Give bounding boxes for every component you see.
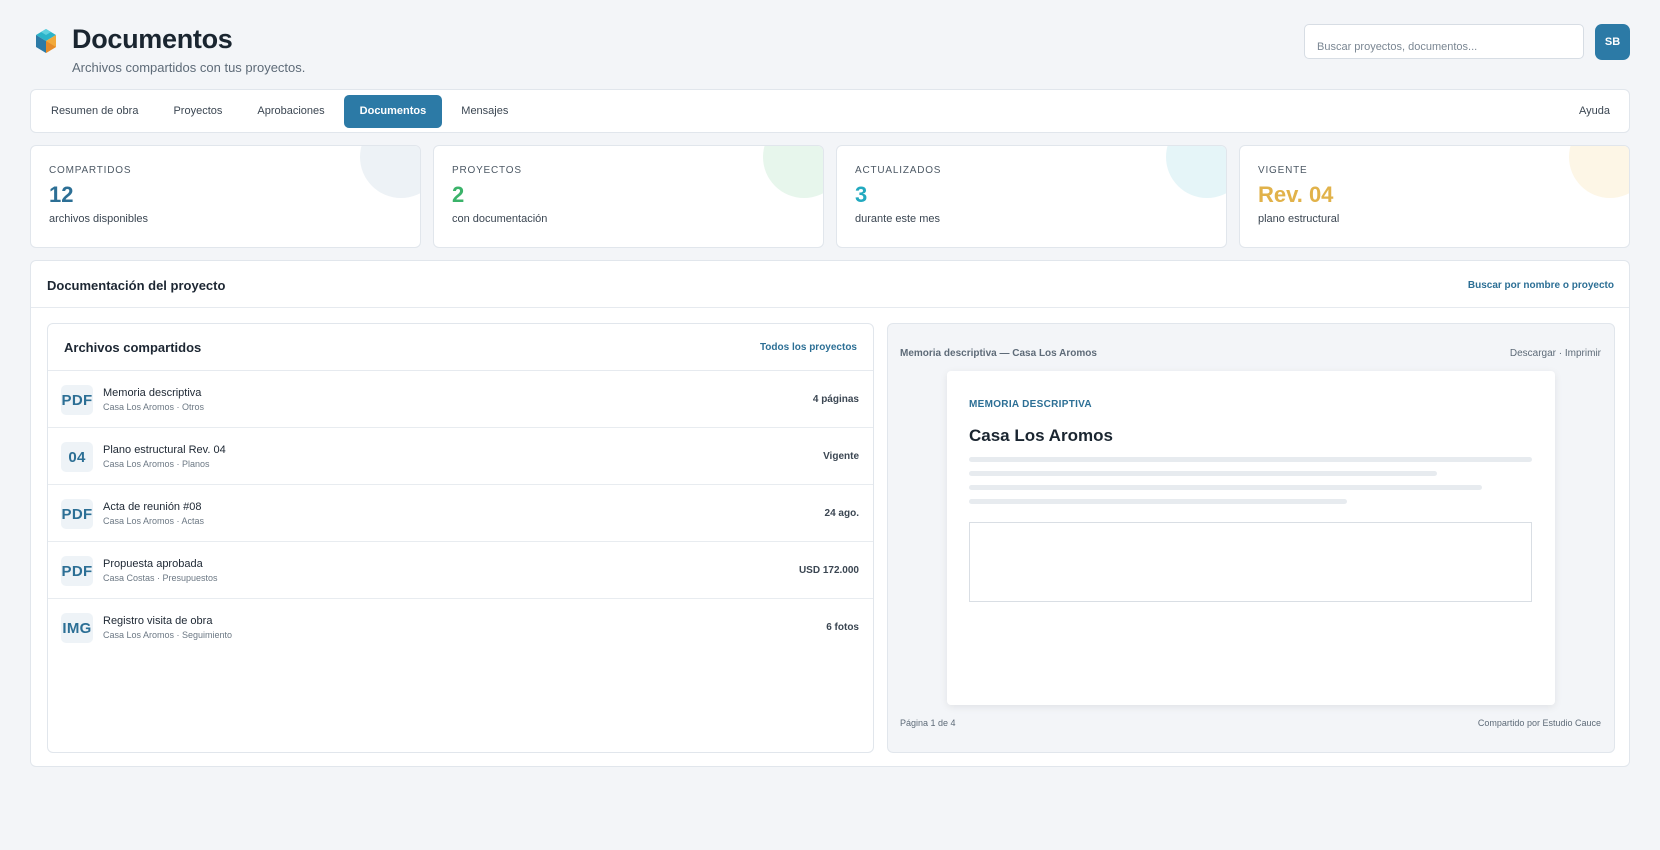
avatar[interactable]: SB — [1595, 24, 1630, 60]
file-name: Propuesta aprobada — [103, 558, 203, 570]
file-name: Memoria descriptiva — [103, 387, 202, 399]
list-item[interactable]: PDF Propuesta aprobada Casa Costas · Pre… — [48, 542, 873, 599]
page-subtitle: Archivos compartidos con tus proyectos. — [72, 60, 306, 75]
text-placeholder-line — [969, 471, 1437, 476]
stat-card-compartidos: COMPARTIDOS 12 archivos disponibles — [30, 145, 421, 248]
list-item[interactable]: PDF Memoria descriptiva Casa Los Aromos … — [48, 371, 873, 428]
file-info: Vigente — [823, 451, 859, 462]
file-meta: Casa Los Aromos · Planos — [103, 459, 210, 469]
tab-proyectos[interactable]: Proyectos — [157, 95, 238, 128]
image-placeholder — [969, 522, 1532, 602]
stat-desc: con documentación — [452, 213, 548, 225]
shared-files-list: Archivos compartidos Todos los proyectos… — [47, 323, 874, 753]
tab-resumen-de-obra[interactable]: Resumen de obra — [35, 95, 154, 128]
file-info: 24 ago. — [824, 508, 859, 519]
card-decoration — [360, 146, 420, 198]
tab-mensajes[interactable]: Mensajes — [445, 95, 524, 128]
list-item[interactable]: IMG Registro visita de obra Casa Los Aro… — [48, 599, 873, 656]
page-header: Documentos Archivos compartidos con tus … — [30, 22, 1630, 78]
stat-label: ACTUALIZADOS — [855, 165, 942, 176]
page-title: Documentos — [72, 24, 233, 54]
viewer-actions: Descargar · Imprimir — [1510, 348, 1601, 359]
doc-title: Casa Los Aromos — [969, 426, 1113, 445]
file-name: Acta de reunión #08 — [103, 501, 202, 513]
file-meta: Casa Los Aromos · Seguimiento — [103, 630, 233, 640]
file-name: Plano estructural Rev. 04 — [103, 444, 226, 456]
panel-header: Documentación del proyecto Buscar por no… — [31, 261, 1629, 308]
file-type-badge: PDF — [61, 385, 93, 415]
document-viewer: Memoria descriptiva — Casa Los Aromos De… — [887, 323, 1615, 753]
doc-kicker: MEMORIA DESCRIPTIVA — [969, 399, 1092, 410]
file-name: Registro visita de obra — [103, 615, 213, 627]
stat-value: Rev. 04 — [1258, 182, 1334, 207]
list-item[interactable]: 04 Plano estructural Rev. 04 Casa Los Ar… — [48, 428, 873, 485]
stat-label: COMPARTIDOS — [49, 165, 132, 176]
documentation-panel: Documentación del proyecto Buscar por no… — [30, 260, 1630, 767]
stat-card-actualizados: ACTUALIZADOS 3 durante este mes — [836, 145, 1227, 248]
print-link[interactable]: Imprimir — [1565, 348, 1601, 359]
text-placeholder-line — [969, 457, 1532, 462]
viewer-title: Memoria descriptiva — Casa Los Aromos — [900, 348, 1097, 359]
tab-aprobaciones[interactable]: Aprobaciones — [241, 95, 340, 128]
page-indicator: Página 1 de 4 — [900, 718, 956, 728]
actions-separator: · — [1556, 348, 1565, 359]
stat-label: VIGENTE — [1258, 165, 1308, 176]
stat-card-proyectos: PROYECTOS 2 con documentación — [433, 145, 824, 248]
help-link[interactable]: Ayuda — [1579, 105, 1610, 117]
stat-card-vigente: VIGENTE Rev. 04 plano estructural — [1239, 145, 1630, 248]
file-type-badge: 04 — [61, 442, 93, 472]
text-placeholder-line — [969, 485, 1482, 490]
text-placeholder-line — [969, 499, 1347, 504]
download-link[interactable]: Descargar — [1510, 348, 1556, 359]
document-page[interactable]: MEMORIA DESCRIPTIVA Casa Los Aromos — [947, 371, 1555, 705]
stat-desc: plano estructural — [1258, 213, 1340, 225]
stats-cards: COMPARTIDOS 12 archivos disponibles PROY… — [30, 145, 1630, 248]
search-by-name-link[interactable]: Buscar por nombre o proyecto — [1468, 280, 1614, 291]
card-decoration — [1166, 146, 1226, 198]
search-input[interactable] — [1304, 24, 1584, 59]
file-info: USD 172.000 — [798, 565, 859, 576]
main-nav: Resumen de obra Proyectos Aprobaciones D… — [30, 89, 1630, 133]
stat-desc: durante este mes — [855, 213, 940, 225]
files-title: Archivos compartidos — [64, 340, 202, 355]
file-type-badge: PDF — [61, 556, 93, 586]
stat-value: 2 — [452, 182, 465, 207]
file-meta: Casa Los Aromos · Actas — [103, 516, 205, 526]
stat-value: 3 — [855, 182, 868, 207]
card-decoration — [763, 146, 823, 198]
card-decoration — [1569, 146, 1629, 198]
all-projects-link[interactable]: Todos los proyectos — [760, 342, 857, 353]
file-info: 4 páginas — [812, 394, 859, 405]
logo-icon — [36, 29, 56, 53]
file-type-badge: IMG — [61, 613, 93, 643]
files-header: Archivos compartidos Todos los proyectos — [48, 324, 873, 371]
stat-value: 12 — [49, 182, 74, 207]
tab-documentos[interactable]: Documentos — [343, 94, 443, 128]
file-meta: Casa Costas · Presupuestos — [103, 573, 218, 583]
file-type-badge: PDF — [61, 499, 93, 529]
panel-title: Documentación del proyecto — [47, 278, 226, 293]
stat-label: PROYECTOS — [452, 165, 522, 176]
list-item[interactable]: PDF Acta de reunión #08 Casa Los Aromos … — [48, 485, 873, 542]
file-meta: Casa Los Aromos · Otros — [103, 402, 205, 412]
file-info: 6 fotos — [826, 622, 859, 633]
shared-by: Compartido por Estudio Cauce — [1477, 718, 1601, 728]
stat-desc: archivos disponibles — [49, 213, 149, 225]
